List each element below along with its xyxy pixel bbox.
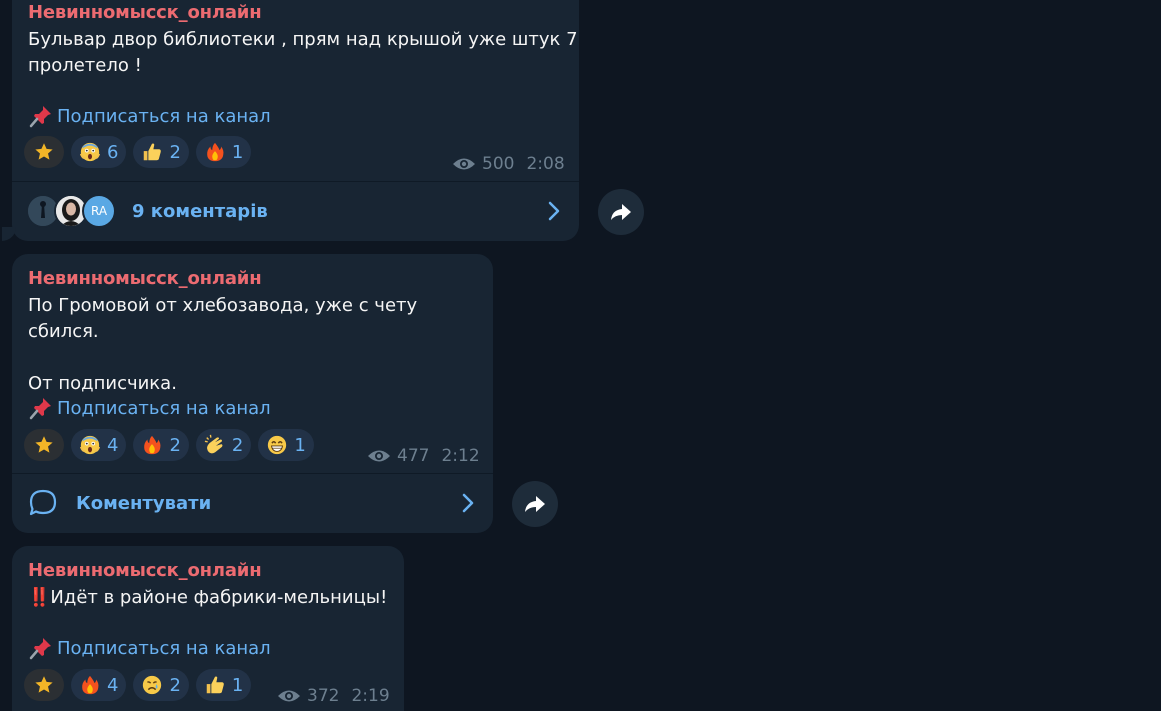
reaction-clap[interactable]: 2 xyxy=(195,429,252,461)
subscribe-label[interactable]: Подписаться на канал xyxy=(57,638,271,659)
comment-bubble-icon xyxy=(29,489,57,516)
views-eye-icon xyxy=(278,690,300,702)
grin-emoji-icon xyxy=(268,435,287,455)
scream-emoji-icon xyxy=(79,142,101,162)
views-eye-icon xyxy=(453,158,475,170)
comment-label[interactable]: Коментувати xyxy=(76,493,211,514)
chevron-right-icon xyxy=(548,201,560,221)
channel-post: Невинномысск_онлайн ‼️Идёт в районе фабр… xyxy=(12,546,404,711)
reaction-cry[interactable]: 2 xyxy=(133,669,189,701)
view-count: 372 xyxy=(307,686,340,706)
chevron-right-icon xyxy=(462,493,474,513)
star-icon xyxy=(35,436,53,453)
views-eye-icon xyxy=(368,450,390,462)
subscribe-link[interactable]: Подписаться на канал xyxy=(28,104,271,128)
pushpin-icon xyxy=(29,398,51,420)
divider xyxy=(12,181,579,182)
sender-name[interactable]: Невинномысск_онлайн xyxy=(28,560,262,581)
share-arrow-icon xyxy=(611,204,631,220)
message-meta: 500 2:08 xyxy=(452,154,565,174)
message-time: 2:12 xyxy=(441,446,480,466)
share-arrow-icon xyxy=(525,496,545,512)
reaction-count: 2 xyxy=(169,674,181,696)
divider xyxy=(12,473,493,474)
star-icon xyxy=(35,676,53,693)
comments-label[interactable]: 9 коментарів xyxy=(132,201,268,222)
subscribe-link[interactable]: Подписаться на канал xyxy=(28,636,271,660)
cry-emoji-icon xyxy=(143,675,162,695)
chat-view: Невинномысск_онлайн Бульвар двор библиот… xyxy=(0,0,1161,711)
comments-button[interactable]: RA 9 коментарів xyxy=(12,183,579,239)
sender-name[interactable]: Невинномысск_онлайн xyxy=(28,2,262,23)
sender-name[interactable]: Невинномысск_онлайн xyxy=(28,268,262,289)
message-time: 2:08 xyxy=(526,154,565,174)
clap-emoji-icon xyxy=(204,434,223,454)
fire-emoji-icon xyxy=(144,435,161,455)
fire-emoji-icon xyxy=(82,675,99,695)
reactions-bar: 4 2 1 xyxy=(24,669,252,701)
reaction-count: 4 xyxy=(107,434,119,456)
reaction-thumbs-up[interactable]: 1 xyxy=(195,669,252,701)
star-icon xyxy=(35,143,53,160)
message-meta: 477 2:12 xyxy=(367,446,480,466)
share-button[interactable] xyxy=(598,189,644,235)
reactions-bar: 6 2 1 xyxy=(24,136,252,168)
reaction-star[interactable] xyxy=(24,136,64,168)
message-text: Бульвар двор библиотеки , прям над крышо… xyxy=(28,29,578,76)
comment-button[interactable]: Коментувати xyxy=(12,475,493,531)
thumbs-up-emoji-icon xyxy=(144,143,162,161)
view-count: 500 xyxy=(482,154,515,174)
share-button[interactable] xyxy=(512,481,558,527)
reaction-star[interactable] xyxy=(24,669,64,701)
reaction-scream[interactable]: 6 xyxy=(71,136,127,168)
reaction-count: 2 xyxy=(231,434,244,456)
reactions-bar: 4 2 2 1 xyxy=(24,429,314,461)
commenter-avatars: RA xyxy=(26,194,120,228)
reaction-fire[interactable]: 1 xyxy=(195,136,252,168)
channel-post: Невинномысск_онлайн Бульвар двор библиот… xyxy=(2,0,579,241)
reaction-count: 4 xyxy=(107,674,119,696)
subscribe-label[interactable]: Подписаться на канал xyxy=(57,106,271,127)
scream-emoji-icon xyxy=(79,435,101,455)
view-count: 477 xyxy=(397,446,430,466)
message-time: 2:19 xyxy=(351,686,390,706)
reaction-fire[interactable]: 2 xyxy=(133,429,189,461)
reaction-count: 2 xyxy=(169,141,181,163)
pushpin-icon xyxy=(29,106,51,128)
reaction-thumbs-up[interactable]: 2 xyxy=(133,136,189,168)
subscribe-label[interactable]: Подписаться на канал xyxy=(57,398,271,419)
reaction-fire[interactable]: 4 xyxy=(71,669,127,701)
pushpin-icon xyxy=(29,638,51,660)
reaction-grin[interactable]: 1 xyxy=(258,429,314,461)
channel-post: Невинномысск_онлайн По Громовой от хлебо… xyxy=(12,254,493,533)
message-text: По Громовой от хлебозавода, уже с чету с… xyxy=(28,295,418,394)
message-text: ‼️Идёт в районе фабрики-мельницы! xyxy=(28,587,388,608)
reaction-count: 1 xyxy=(294,434,306,456)
fire-emoji-icon xyxy=(207,142,224,162)
reaction-scream[interactable]: 4 xyxy=(71,429,127,461)
reaction-count: 1 xyxy=(231,674,244,696)
reaction-star[interactable] xyxy=(24,429,64,461)
reaction-count: 2 xyxy=(169,434,181,456)
thumbs-up-emoji-icon xyxy=(206,676,224,694)
reaction-count: 1 xyxy=(231,141,244,163)
avatar: RA xyxy=(82,194,116,228)
reaction-count: 6 xyxy=(107,141,119,163)
message-meta: 372 2:19 xyxy=(277,686,390,706)
subscribe-link[interactable]: Подписаться на канал xyxy=(28,396,271,420)
